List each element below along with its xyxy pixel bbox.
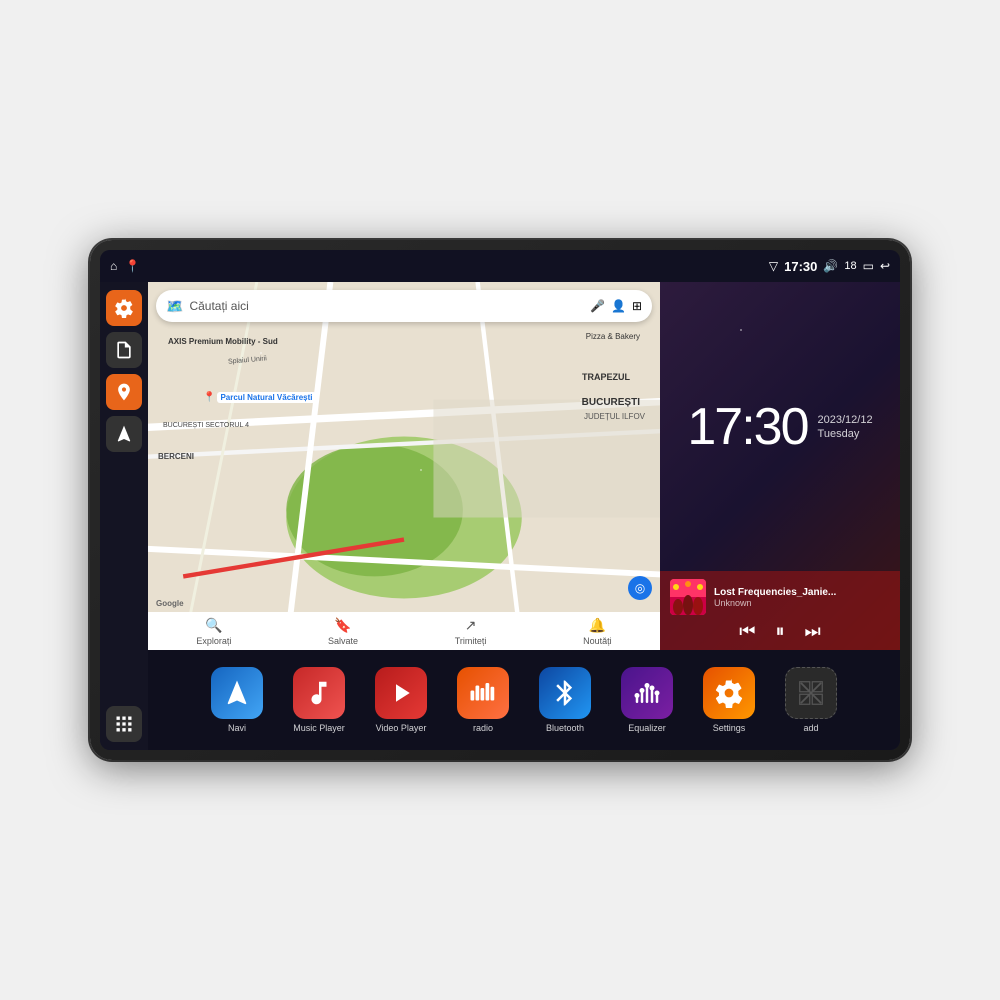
battery-level: 18 xyxy=(844,260,856,272)
app-settings[interactable]: Settings xyxy=(690,667,768,733)
video-player-label: Video Player xyxy=(376,723,427,733)
bluetooth-label: Bluetooth xyxy=(546,723,584,733)
clock-date: 2023/12/12 Tuesday xyxy=(818,414,873,440)
google-maps-icon: 🗺️ xyxy=(166,298,183,315)
right-panel: 17:30 2023/12/12 Tuesday xyxy=(660,282,900,650)
map-send-label: Trimiteți xyxy=(455,636,487,646)
navi-label: Navi xyxy=(228,723,246,733)
settings-app-icon xyxy=(703,667,755,719)
status-left: ⌂ 📍 xyxy=(110,259,140,273)
google-logo: Google xyxy=(156,599,184,608)
trapez-label: TRAPEZUL xyxy=(582,372,630,382)
bluetooth-icon xyxy=(539,667,591,719)
volume-icon: 🔊 xyxy=(823,259,838,273)
app-add[interactable]: add xyxy=(772,667,850,733)
music-player-icon xyxy=(293,667,345,719)
map-explore-label: Explorați xyxy=(196,636,231,646)
app-navi[interactable]: Navi xyxy=(198,667,276,733)
app-video-player[interactable]: Video Player xyxy=(362,667,440,733)
clock-day: Tuesday xyxy=(818,428,873,440)
app-bluetooth[interactable]: Bluetooth xyxy=(526,667,604,733)
map-area[interactable]: 🗺️ Căutați aici 🎤 👤 ⊞ AXIS Premium Mobil… xyxy=(148,282,660,650)
music-prev-btn[interactable]: ⏮ xyxy=(739,621,755,642)
sector-label: BUCUREȘTI SECTORUL 4 xyxy=(163,422,249,429)
sidebar-map-btn[interactable] xyxy=(106,374,142,410)
equalizer-label: Equalizer xyxy=(628,723,666,733)
radio-label: radio xyxy=(473,723,493,733)
clock-date-value: 2023/12/12 xyxy=(818,414,873,426)
app-equalizer[interactable]: Equalizer xyxy=(608,667,686,733)
music-pause-btn[interactable]: ⏸ xyxy=(776,621,785,642)
navi-icon xyxy=(211,667,263,719)
bucuresti-label: BUCUREȘTI xyxy=(582,397,640,408)
clock-section: 17:30 2023/12/12 Tuesday xyxy=(660,282,900,571)
clock-time: 17:30 xyxy=(687,401,807,453)
device: ⌂ 📍 ▽ 17:30 🔊 18 ▭ ↩ xyxy=(90,240,910,760)
music-title: Lost Frequencies_Janie... xyxy=(714,587,836,598)
music-next-btn[interactable]: ⏭ xyxy=(805,621,821,642)
sidebar xyxy=(100,282,148,750)
location-icon[interactable]: 📍 xyxy=(125,259,140,273)
map-search-bar[interactable]: 🗺️ Căutați aici 🎤 👤 ⊞ xyxy=(156,290,652,322)
music-info: Lost Frequencies_Janie... Unknown xyxy=(670,579,890,615)
add-label: add xyxy=(803,723,818,733)
account-icon[interactable]: 👤 xyxy=(611,299,626,313)
screen: ⌂ 📍 ▽ 17:30 🔊 18 ▭ ↩ xyxy=(100,250,900,750)
music-player-label: Music Player xyxy=(293,723,345,733)
map-bottom-bar: 🔍 Explorați 🔖 Salvate ↗ Trimiteți xyxy=(148,612,660,650)
main-content: 🗺️ Căutați aici 🎤 👤 ⊞ AXIS Premium Mobil… xyxy=(100,282,900,750)
music-controls: ⏮ ⏸ ⏭ xyxy=(670,621,890,642)
music-section: Lost Frequencies_Janie... Unknown ⏮ ⏸ ⏭ xyxy=(660,571,900,650)
music-thumbnail xyxy=(670,579,706,615)
pizza-label: Pizza & Bakery xyxy=(586,332,640,341)
status-right: ▽ 17:30 🔊 18 ▭ ↩ xyxy=(769,259,890,274)
map-compass-btn[interactable]: ◎ xyxy=(628,576,652,600)
app-music-player[interactable]: Music Player xyxy=(280,667,358,733)
add-icon xyxy=(785,667,837,719)
mic-icon[interactable]: 🎤 xyxy=(590,299,605,313)
radio-icon xyxy=(457,667,509,719)
sidebar-settings-btn[interactable] xyxy=(106,290,142,326)
park-pin: 📍 Parcul Natural Văcărești xyxy=(203,392,316,403)
battery-icon: ▭ xyxy=(863,259,874,273)
map-send-btn[interactable]: ↗ Trimiteți xyxy=(455,617,487,646)
layers-icon[interactable]: ⊞ xyxy=(632,299,642,313)
bottom-apps: Navi Music Player Video Player xyxy=(148,650,900,750)
judet-label: JUDEȚUL ILFOV xyxy=(584,412,645,421)
sidebar-files-btn[interactable] xyxy=(106,332,142,368)
music-artist: Unknown xyxy=(714,598,836,608)
map-search-text: Căutați aici xyxy=(189,299,584,313)
wifi-icon: ▽ xyxy=(769,259,778,273)
map-news-btn[interactable]: 🔔 Noutăți xyxy=(583,617,612,646)
status-bar: ⌂ 📍 ▽ 17:30 🔊 18 ▭ ↩ xyxy=(100,250,900,282)
park-label: Parcul Natural Văcărești xyxy=(217,392,315,403)
video-player-icon xyxy=(375,667,427,719)
axis-label: AXIS Premium Mobility - Sud xyxy=(168,337,278,346)
status-time: 17:30 xyxy=(784,259,817,274)
back-icon[interactable]: ↩ xyxy=(880,259,890,273)
equalizer-icon xyxy=(621,667,673,719)
berceni-label: BERCENI xyxy=(158,452,194,461)
app-radio[interactable]: radio xyxy=(444,667,522,733)
map-news-label: Noutăți xyxy=(583,636,612,646)
sidebar-apps-btn[interactable] xyxy=(106,706,142,742)
settings-app-label: Settings xyxy=(713,723,746,733)
map-explore-btn[interactable]: 🔍 Explorați xyxy=(196,617,231,646)
sidebar-nav-btn[interactable] xyxy=(106,416,142,452)
map-saved-label: Salvate xyxy=(328,636,358,646)
music-text: Lost Frequencies_Janie... Unknown xyxy=(714,587,836,608)
home-icon[interactable]: ⌂ xyxy=(110,259,117,273)
center-area: 🗺️ Căutați aici 🎤 👤 ⊞ AXIS Premium Mobil… xyxy=(148,282,900,750)
top-row: 🗺️ Căutați aici 🎤 👤 ⊞ AXIS Premium Mobil… xyxy=(148,282,900,650)
map-saved-btn[interactable]: 🔖 Salvate xyxy=(328,617,358,646)
